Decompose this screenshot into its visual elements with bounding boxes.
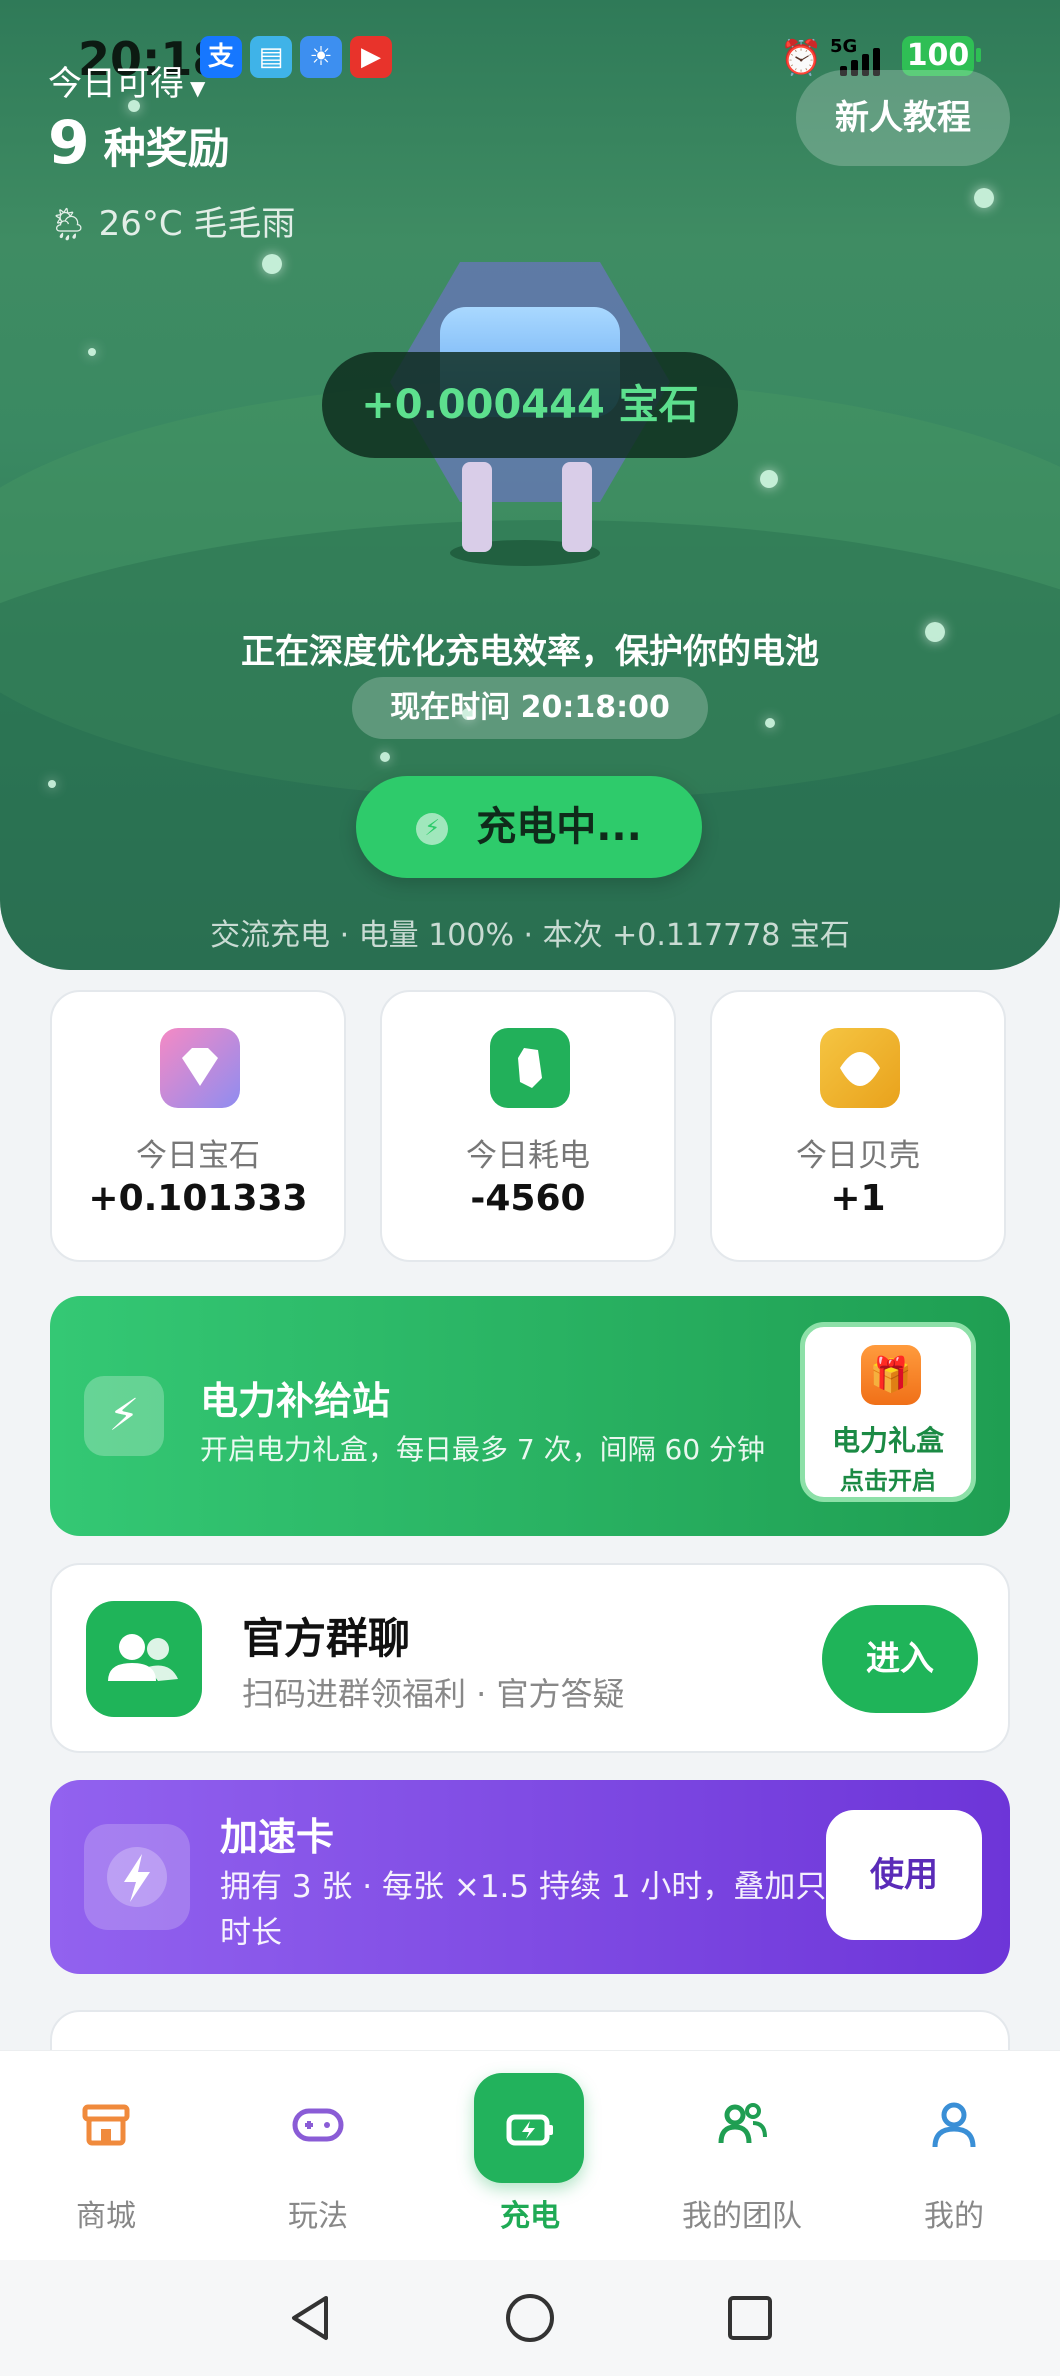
tab-charge[interactable]: 充电 [424,2051,636,2261]
user-icon [932,2102,976,2148]
gift-box-action: 点击开启 [840,1467,936,1495]
reward-number: 9 [48,108,90,178]
charge-info-text: 交流充电 · 电量 100% · 本次 +0.117778 宝石 [210,918,850,953]
recents-icon[interactable] [722,2290,778,2346]
reward-count: 9 种奖励 [48,108,230,178]
gift-icon: 🎁 [861,1345,921,1405]
gift-box-button[interactable]: 🎁 电力礼盒 点击开启 [800,1322,976,1502]
group-users-icon [86,1601,202,1717]
charging-button-label: 充电中... [476,804,642,850]
stat-card-gems[interactable]: 今日宝石 +0.101333 [50,990,346,1262]
stat-card-shells[interactable]: 今日贝壳 +1 [710,990,1006,1262]
tab-gameplay[interactable]: 玩法 [212,2051,424,2261]
stat-value: +1 [830,1178,886,1219]
speed-card-subtitle: 拥有 3 张 · 每张 ×1.5 持续 1 小时，叠加只加时长 [220,1869,858,1951]
app-root: 20:18 支 ▤ ☀ ▶ ⏰ 5G 100 今日可得 ▼ 9 种奖励 🌦 26°C … [0,0,1060,2376]
tab-store[interactable]: 商城 [0,2051,212,2261]
speed-card[interactable]: 加速卡 拥有 3 张 · 每张 ×1.5 持续 1 小时，叠加只加时长 使用 [50,1780,1010,1974]
weather-info: 🌦 26°C 毛毛雨 [48,196,295,245]
stat-card-power[interactable]: 今日耗电 -4560 [380,990,676,1262]
tab-label: 充电 [500,2199,560,2234]
tab-label: 我的团队 [682,2199,802,2234]
stat-label: 今日耗电 [466,1138,590,1174]
weather-text: 26°C 毛毛雨 [98,204,296,244]
store-icon [82,2104,130,2146]
speed-card-title: 加速卡 [220,1815,335,1859]
today-reward-selector[interactable]: 今日可得 ▼ [48,56,205,105]
stat-value: -4560 [470,1178,586,1219]
today-label: 今日可得 [48,64,184,104]
use-speed-card-button[interactable]: 使用 [826,1810,982,1940]
lightning-icon: ⚡ [84,1376,164,1456]
alipay-icon: 支 [200,36,242,78]
lightning-icon [84,1824,190,1930]
stat-value: +0.101333 [88,1178,308,1219]
enter-group-button[interactable]: 进入 [822,1605,978,1713]
gamepad-icon [292,2108,344,2142]
stat-label: 今日宝石 [136,1138,260,1174]
power-station-card[interactable]: ⚡ 电力补给站 开启电力礼盒，每日最多 7 次，间隔 60 分钟 🎁 电力礼盒 … [50,1296,1010,1536]
current-time-pill: 现在时间 20:18:00 [352,677,708,739]
alarm-icon: ⏰ [780,38,823,78]
reward-text: 种奖励 [103,124,230,173]
charging-button[interactable]: ⚡ 充电中... [356,776,702,878]
group-chat-card[interactable]: 官方群聊 扫码进群领福利 · 官方答疑 进入 [50,1563,1010,1753]
back-icon[interactable] [282,2290,338,2346]
bottom-tab-bar: 商城 玩法 充电 我的团队 我的 [0,2050,1060,2260]
lightning-icon: ⚡ [416,813,449,845]
diamond-icon [160,1028,240,1108]
battery-charge-icon [506,2114,553,2146]
group-chat-subtitle: 扫码进群领福利 · 官方答疑 [242,1675,625,1713]
weather-app-icon: ☀ [300,36,342,78]
tab-my-team[interactable]: 我的团队 [636,2051,848,2261]
gem-gain-pill: +0.000444 宝石 [322,352,738,458]
charging-hero: 20:18 支 ▤ ☀ ▶ ⏰ 5G 100 今日可得 ▼ 9 种奖励 🌦 26°C … [0,0,1060,970]
weather-rain-icon: 🌦 [48,205,89,243]
tab-profile[interactable]: 我的 [848,2051,1060,2261]
tab-label: 玩法 [288,2199,348,2234]
tutorial-button[interactable]: 新人教程 [796,70,1010,166]
book-app-icon: ▤ [250,36,292,78]
tab-label: 我的 [924,2199,984,2234]
stat-label: 今日贝壳 [796,1138,920,1174]
system-nav-bar [0,2260,1060,2376]
tab-label: 商城 [76,2199,136,2234]
caret-down-icon: ▼ [190,76,206,100]
group-chat-title: 官方群聊 [242,1614,411,1663]
gift-box-title: 电力礼盒 [831,1424,944,1457]
power-station-subtitle: 开启电力礼盒，每日最多 7 次，间隔 60 分钟 [200,1433,766,1466]
video-app-icon: ▶ [350,36,392,78]
shell-icon [820,1028,900,1108]
optimize-text: 正在深度优化充电效率，保护你的电池 [241,632,819,672]
power-station-title: 电力补给站 [200,1379,391,1423]
team-icon [718,2103,767,2144]
home-icon[interactable] [502,2290,558,2346]
crystal-icon [490,1028,570,1108]
